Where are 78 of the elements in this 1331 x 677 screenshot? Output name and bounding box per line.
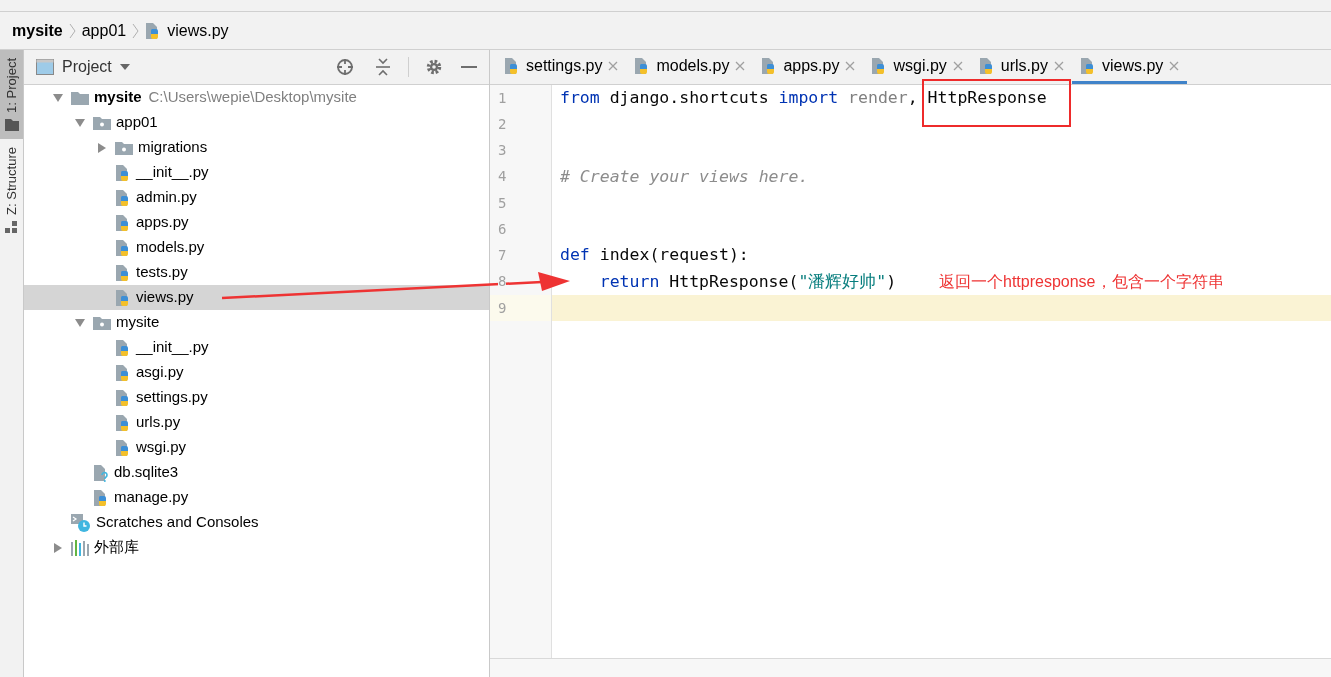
python-file-icon xyxy=(115,263,131,282)
close-icon[interactable] xyxy=(608,60,619,71)
close-icon[interactable] xyxy=(735,60,746,71)
python-file-icon xyxy=(978,56,995,75)
folder-icon xyxy=(93,115,111,130)
expanded-arrow-icon[interactable] xyxy=(75,317,85,328)
python-file-icon xyxy=(1079,56,1096,75)
breadcrumb-item[interactable]: views.py xyxy=(167,18,229,43)
expanded-arrow-icon[interactable] xyxy=(53,92,63,103)
editor-tab[interactable]: urls.py xyxy=(970,50,1072,84)
structure-icon xyxy=(4,220,19,233)
python-file-icon xyxy=(115,238,131,257)
code-line: # Create your views here. xyxy=(560,165,809,188)
tree-item[interactable]: migrations xyxy=(24,135,489,160)
tool-window-tab[interactable]: Z: Structure xyxy=(0,138,23,241)
tree-item[interactable]: manage.py xyxy=(24,485,489,510)
folder-icon xyxy=(71,90,89,105)
breadcrumb-item[interactable]: mysite xyxy=(12,18,63,43)
tree-item[interactable]: urls.py xyxy=(24,410,489,435)
tree-item[interactable]: mysite xyxy=(24,310,489,335)
tree-item[interactable]: mysite C:\Users\wepie\Desktop\mysite xyxy=(24,85,489,110)
scratches-icon xyxy=(71,512,91,533)
tree-item[interactable]: settings.py xyxy=(24,385,489,410)
python-file-icon xyxy=(115,413,131,432)
chevron-icon xyxy=(132,22,140,39)
folder-icon xyxy=(4,118,19,131)
python-file-icon xyxy=(93,488,109,507)
python-file-icon xyxy=(115,213,131,232)
dropdown-caret-icon[interactable] xyxy=(119,64,130,70)
tree-item[interactable]: apps.py xyxy=(24,210,489,235)
chevron-icon xyxy=(68,22,76,39)
python-file-icon xyxy=(115,188,131,207)
tool-window-tab[interactable]: 1: Project xyxy=(0,50,23,139)
collapsed-arrow-icon[interactable] xyxy=(97,142,107,153)
python-file-icon xyxy=(504,56,520,75)
breadcrumb-item[interactable]: app01 xyxy=(81,18,127,43)
python-file-icon xyxy=(115,338,131,357)
collapsed-arrow-icon[interactable] xyxy=(53,542,63,553)
tree-item[interactable]: asgi.py xyxy=(24,360,489,385)
tree-item[interactable]: wsgi.py xyxy=(24,435,489,460)
editor-tab[interactable]: apps.py xyxy=(753,50,864,84)
tree-item[interactable]: views.py xyxy=(24,285,489,310)
locate-icon[interactable] xyxy=(336,58,354,76)
library-icon xyxy=(71,539,89,556)
editor-tab[interactable]: wsgi.py xyxy=(863,50,971,84)
tree-item[interactable]: 外部库 xyxy=(24,535,489,560)
minimize-icon[interactable] xyxy=(461,65,477,69)
settings-icon[interactable] xyxy=(425,58,443,76)
tree-item[interactable]: Scratches and Consoles xyxy=(24,510,489,535)
close-icon[interactable] xyxy=(1169,60,1180,71)
collapse-all-icon[interactable] xyxy=(374,58,392,76)
close-icon[interactable] xyxy=(952,60,963,71)
tree-item[interactable]: admin.py xyxy=(24,185,489,210)
editor-tab[interactable]: settings.py xyxy=(496,50,627,84)
python-file-icon xyxy=(115,438,131,457)
folder-icon xyxy=(93,315,111,330)
tree-item[interactable]: tests.py xyxy=(24,260,489,285)
tree-item[interactable]: __init__.py xyxy=(24,335,489,360)
folder-icon xyxy=(115,140,133,155)
close-icon[interactable] xyxy=(1053,60,1064,71)
code-line: from django.shortcuts import render, HttpResponse xyxy=(560,86,1047,109)
window-icon xyxy=(36,59,54,75)
expanded-arrow-icon[interactable] xyxy=(75,117,85,128)
panel-title[interactable]: Project xyxy=(62,55,112,79)
code-line: return HttpResponse("潘辉好帅") xyxy=(598,270,897,293)
unknown-file-icon xyxy=(93,463,109,482)
annotation-text: 返回一个httpresponse，包含一个字符串 xyxy=(939,272,1224,292)
tree-item[interactable]: __init__.py xyxy=(24,160,489,185)
python-file-icon xyxy=(115,388,131,407)
python-file-icon xyxy=(115,363,131,382)
editor-tab[interactable]: models.py xyxy=(626,50,754,84)
tree-item[interactable]: models.py xyxy=(24,235,489,260)
code-line: def index(request): xyxy=(560,244,749,267)
python-file-icon xyxy=(115,288,131,307)
tree-item[interactable]: db.sqlite3 xyxy=(24,460,489,485)
python-file-icon xyxy=(115,163,131,182)
tree-item[interactable]: app01 xyxy=(24,110,489,135)
close-icon[interactable] xyxy=(845,60,856,71)
